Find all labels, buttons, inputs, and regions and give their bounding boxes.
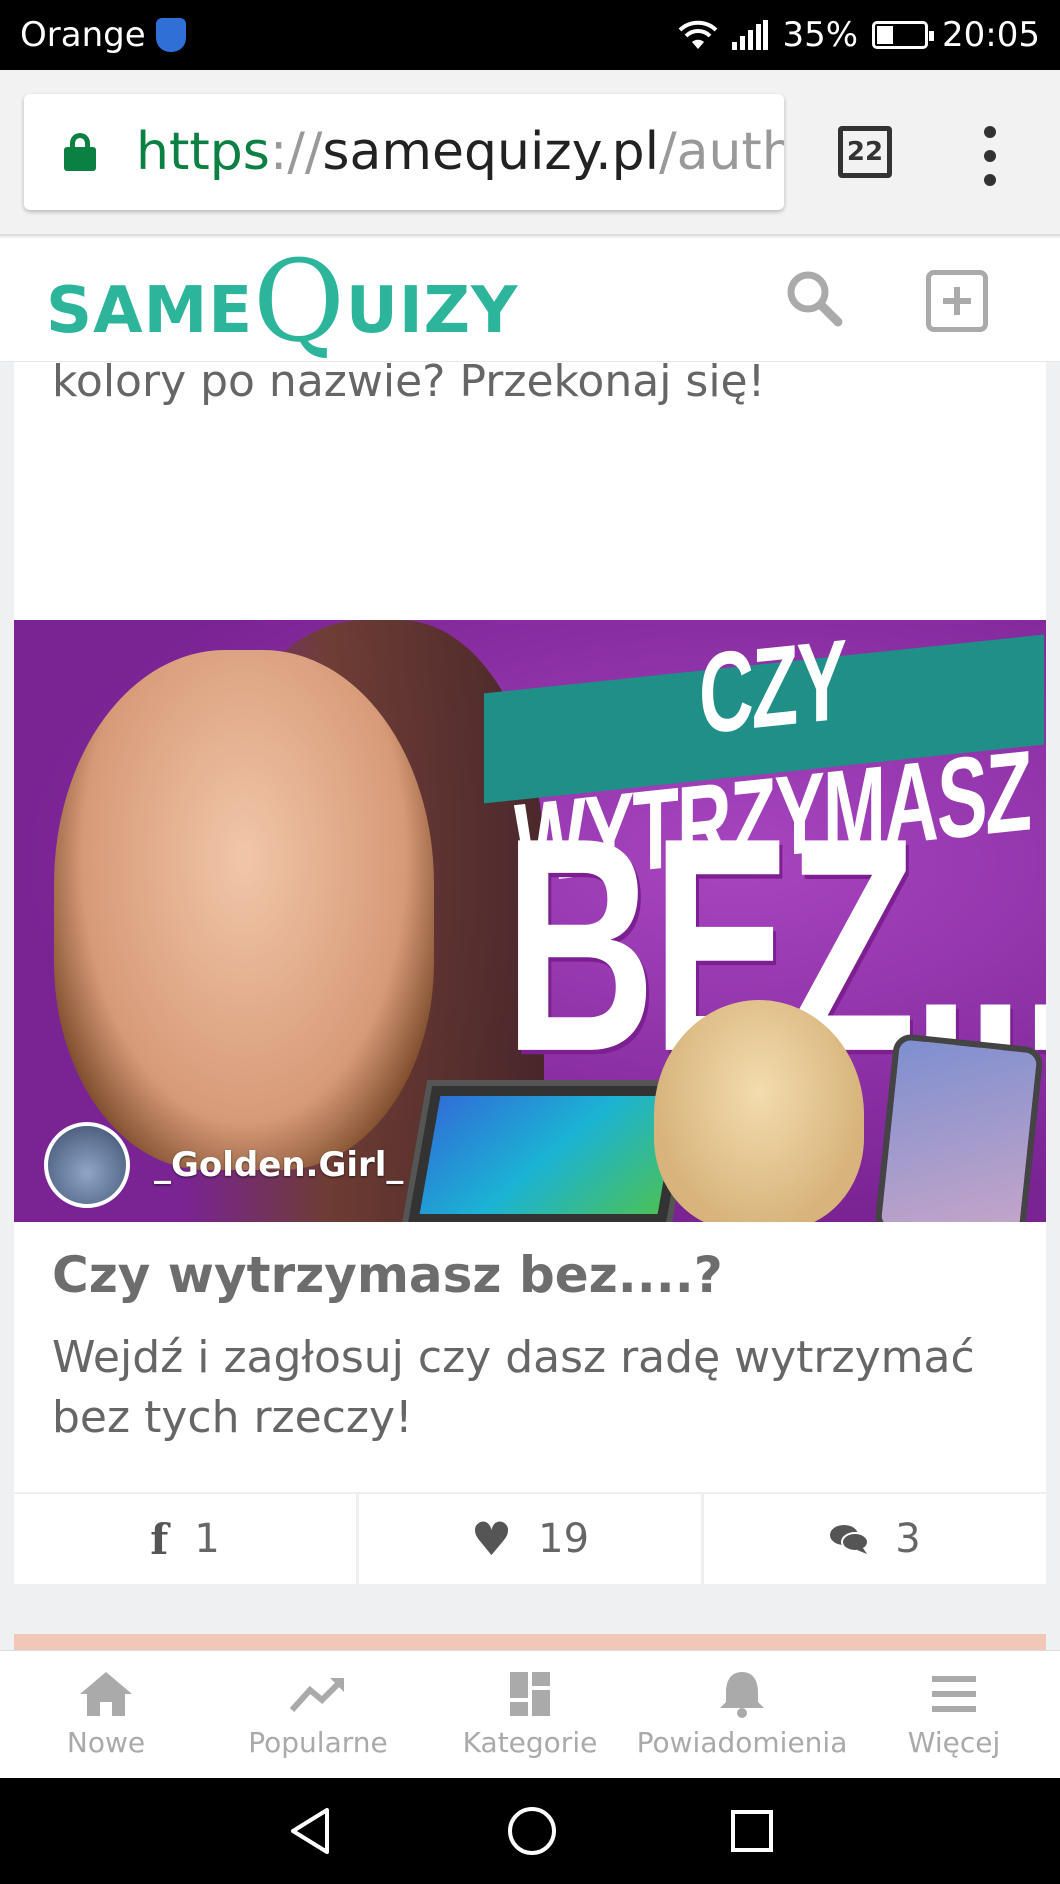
- nav-label: Powiadomienia: [636, 1726, 848, 1759]
- home-icon: [80, 1672, 132, 1716]
- clock: 20:05: [942, 15, 1040, 55]
- comment-count-value: 3: [895, 1516, 921, 1562]
- samequizy-logo[interactable]: SAME Q UIZY: [46, 246, 519, 358]
- puppy-shape: [654, 1000, 864, 1222]
- site-header: SAME Q UIZY: [0, 238, 1060, 362]
- bottom-navigation: Nowe Popularne Kategorie Powiadomienia W…: [0, 1650, 1060, 1778]
- grid-icon: [510, 1672, 550, 1716]
- android-navigation-bar: [0, 1778, 1060, 1884]
- back-icon[interactable]: [285, 1806, 335, 1856]
- woman-face-shape: [54, 650, 434, 1170]
- quiz-card-partial[interactable]: [14, 1634, 1046, 1650]
- address-bar[interactable]: https://samequizy.pl/autho: [24, 94, 784, 210]
- url-separator: ://: [269, 122, 323, 182]
- nav-item-powiadomienia[interactable]: Powiadomienia: [636, 1651, 848, 1778]
- battery-icon: [872, 21, 935, 49]
- nav-item-nowe[interactable]: Nowe: [0, 1651, 212, 1778]
- logo-part-right: UIZY: [345, 274, 519, 348]
- comments-icon: [830, 1525, 870, 1554]
- avatar[interactable]: [44, 1122, 130, 1208]
- menu-icon: [932, 1676, 976, 1712]
- status-bar: Orange 35% 20:05: [0, 0, 1060, 70]
- url-protocol: https: [136, 122, 270, 182]
- status-right: 35% 20:05: [678, 15, 1040, 55]
- share-count-value: 1: [194, 1516, 220, 1562]
- comment-count[interactable]: 3: [704, 1494, 1046, 1584]
- like-count[interactable]: ♥ 19: [359, 1494, 704, 1584]
- carrier-name: Orange: [20, 15, 146, 55]
- quiz-card[interactable]: CZY WYTRZYMASZ BEZ...? _Golden.Girl_ Czy…: [14, 620, 1046, 1584]
- quiz-description: Jak myślisz, będziesz umiała wskazać te …: [52, 362, 766, 407]
- share-count[interactable]: f 1: [14, 1494, 359, 1584]
- laptop-shape: [400, 1080, 698, 1222]
- bell-icon: [720, 1672, 764, 1718]
- url-path: /autho: [659, 122, 784, 182]
- phone-shape: [873, 1032, 1045, 1222]
- browser-toolbar: https://samequizy.pl/autho 22: [0, 70, 1060, 236]
- url-text[interactable]: https://samequizy.pl/autho: [136, 122, 784, 182]
- browser-menu-button[interactable]: [980, 126, 1000, 186]
- nav-item-popularne[interactable]: Popularne: [212, 1651, 424, 1778]
- add-quiz-icon[interactable]: [926, 270, 988, 332]
- nav-item-kategorie[interactable]: Kategorie: [424, 1651, 636, 1778]
- nav-label: Kategorie: [462, 1726, 598, 1759]
- like-count-value: 19: [538, 1516, 590, 1562]
- nav-label: Popularne: [248, 1726, 388, 1759]
- carrier-group: Orange: [20, 15, 186, 55]
- search-icon[interactable]: [784, 268, 844, 328]
- quiz-description: Wejdź i zagłosuj czy dasz radę wytrzymać…: [52, 1332, 975, 1443]
- signal-icon: [732, 20, 769, 50]
- quiz-image[interactable]: CZY WYTRZYMASZ BEZ...? _Golden.Girl_: [14, 620, 1046, 1222]
- nav-label: Nowe: [66, 1726, 146, 1759]
- author-name[interactable]: _Golden.Girl_: [154, 1145, 403, 1185]
- lock-icon: [64, 133, 96, 171]
- shield-icon: [155, 18, 186, 52]
- feed: Jak myślisz, będziesz umiała wskazać te …: [0, 362, 1060, 1650]
- quiz-title[interactable]: Czy wytrzymasz bez....?: [52, 1246, 723, 1304]
- facebook-icon: f: [150, 1514, 169, 1564]
- wifi-icon: [679, 20, 718, 49]
- logo-part-left: SAME: [46, 274, 254, 348]
- url-host: samequizy.pl: [322, 122, 660, 182]
- recents-icon[interactable]: [729, 1808, 775, 1854]
- nav-label: Więcej: [907, 1726, 1001, 1759]
- quiz-author[interactable]: _Golden.Girl_: [44, 1122, 403, 1208]
- tab-switcher-button[interactable]: 22: [838, 126, 892, 178]
- logo-part-q: Q: [253, 237, 346, 367]
- trending-icon: [290, 1677, 345, 1713]
- nav-item-wiecej[interactable]: Więcej: [848, 1651, 1060, 1778]
- battery-percent: 35%: [782, 15, 859, 55]
- home-circle-icon[interactable]: [506, 1805, 558, 1857]
- quiz-stats: f 1 ♥ 19 3: [14, 1492, 1046, 1584]
- heart-icon: ♥: [470, 1512, 513, 1566]
